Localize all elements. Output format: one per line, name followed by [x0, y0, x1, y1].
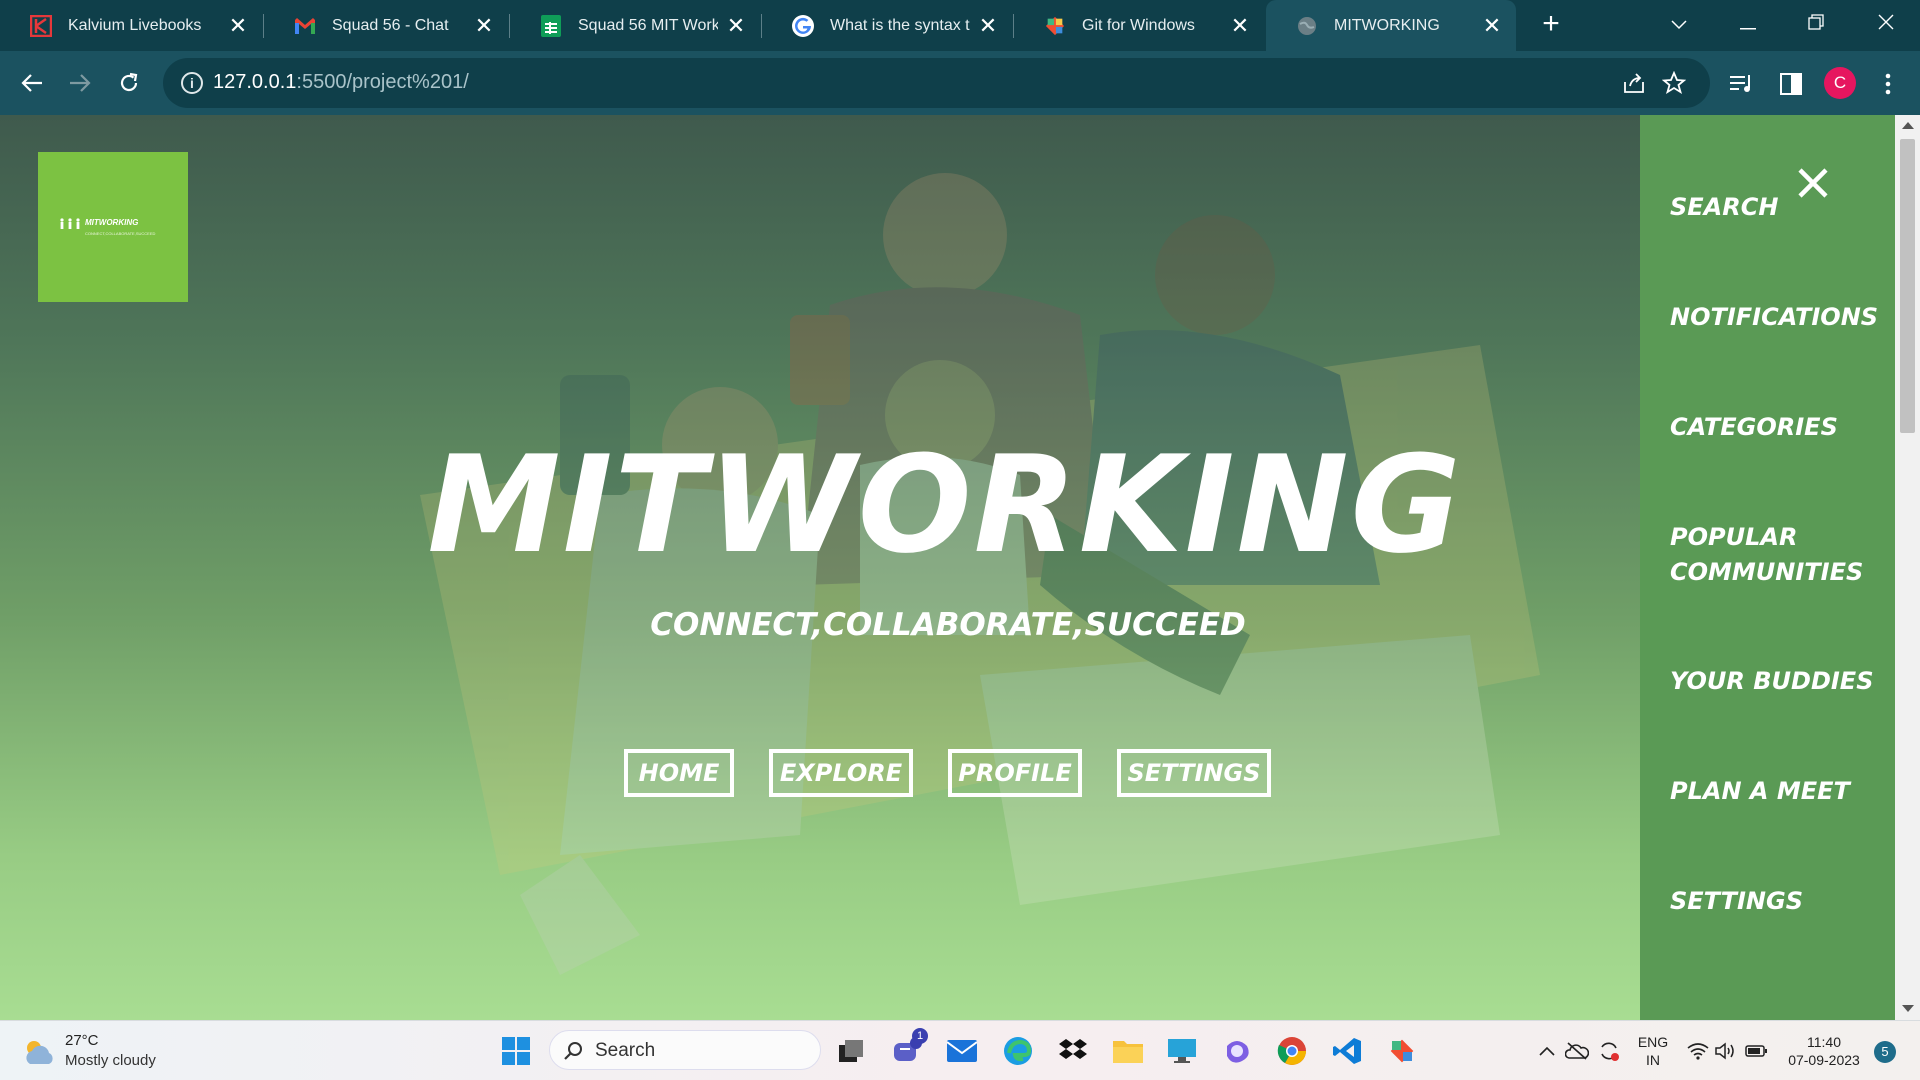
tab-google-search[interactable]: What is the syntax to m ✕: [762, 0, 1012, 51]
kalvium-icon: [30, 14, 52, 37]
side-menu-categories[interactable]: CATEGORIES: [1670, 410, 1885, 445]
clock-date: 07-09-2023: [1788, 1052, 1860, 1068]
address-bar[interactable]: i 127.0.0.1:5500/project%201/: [163, 58, 1710, 108]
language-indicator[interactable]: ENG IN: [1637, 1033, 1669, 1069]
profile-avatar[interactable]: C: [1824, 67, 1856, 99]
scrollbar-thumb[interactable]: [1900, 139, 1915, 433]
close-tab-icon[interactable]: ✕: [474, 13, 494, 38]
site-info-icon[interactable]: i: [181, 72, 203, 94]
weather-temperature[interactable]: 27°C: [65, 1032, 99, 1049]
logo-text: MITWORKING: [85, 218, 139, 227]
weather-cloud-icon[interactable]: [22, 1035, 56, 1069]
git-icon: [1044, 15, 1066, 37]
reload-button[interactable]: [111, 65, 147, 101]
onedrive-offline-icon[interactable]: [1563, 1034, 1591, 1068]
close-tab-icon[interactable]: ✕: [228, 13, 248, 38]
side-menu-your-buddies[interactable]: YOUR BUDDIES: [1670, 664, 1885, 699]
show-hidden-icons-chevron-icon[interactable]: [1535, 1034, 1559, 1068]
site-logo[interactable]: MITWORKING CONNECT,COLLABORATE,SUCCEED: [38, 152, 188, 302]
wifi-icon[interactable]: [1684, 1034, 1712, 1068]
windows-start-icon[interactable]: [499, 1034, 533, 1068]
page-viewport: MITWORKING CONNECT,COLLABORATE,SUCCEED M…: [0, 115, 1920, 1020]
git-gui-icon[interactable]: [1385, 1034, 1419, 1068]
teams-chat-icon[interactable]: 1: [890, 1028, 928, 1068]
browser-menu-icon[interactable]: [1873, 69, 1903, 99]
close-tab-icon[interactable]: ✕: [1230, 13, 1250, 38]
vscode-icon[interactable]: [1330, 1034, 1364, 1068]
minimize-button[interactable]: [1728, 8, 1768, 40]
copilot-icon[interactable]: [1220, 1034, 1254, 1068]
hero-title: MITWORKING: [427, 427, 1463, 583]
file-explorer-icon[interactable]: [1111, 1034, 1145, 1068]
scroll-up-arrow-icon[interactable]: [1902, 122, 1914, 129]
share-icon[interactable]: [1621, 70, 1647, 96]
forward-button[interactable]: [62, 65, 98, 101]
gmail-icon: [294, 15, 316, 37]
sync-icon[interactable]: [1595, 1034, 1623, 1068]
tab-workbook[interactable]: Squad 56 MIT Workbo ✕: [510, 0, 760, 51]
side-menu-notifications[interactable]: NOTIFICATIONS: [1670, 300, 1885, 335]
volume-icon[interactable]: [1712, 1034, 1740, 1068]
side-menu-panel: SEARCH NOTIFICATIONS CATEGORIES POPULAR …: [1640, 115, 1895, 1020]
nav-settings-button[interactable]: SETTINGS: [1117, 749, 1271, 797]
notification-count-badge[interactable]: 5: [1874, 1041, 1896, 1063]
tab-kalvium[interactable]: Kalvium Livebooks ✕: [0, 0, 262, 51]
bookmark-star-icon[interactable]: [1661, 70, 1687, 96]
tab-git[interactable]: Git for Windows ✕: [1014, 0, 1264, 51]
restore-button[interactable]: [1796, 8, 1836, 40]
close-tab-icon[interactable]: ✕: [978, 13, 998, 38]
hero-section: MITWORKING CONNECT,COLLABORATE,SUCCEED M…: [0, 115, 1640, 1020]
nav-explore-button[interactable]: EXPLORE: [769, 749, 913, 797]
mail-icon[interactable]: [945, 1034, 979, 1068]
hero-tagline: CONNECT,COLLABORATE,SUCCEED: [650, 607, 1246, 643]
teams-badge: 1: [912, 1028, 928, 1044]
close-window-button[interactable]: [1866, 8, 1906, 40]
scroll-down-arrow-icon[interactable]: [1902, 1005, 1914, 1012]
tab-search-chevron-icon[interactable]: [1659, 8, 1699, 40]
tab-strip: Kalvium Livebooks ✕ Squad 56 - Chat ✕ Sq…: [0, 0, 1920, 51]
url-text[interactable]: 127.0.0.1:5500/project%201/: [213, 71, 469, 94]
people-logo-icon: [60, 218, 80, 229]
google-icon: [792, 14, 814, 37]
remote-desktop-icon[interactable]: [1165, 1034, 1199, 1068]
close-tab-icon[interactable]: ✕: [1482, 13, 1502, 38]
logo-subtext: CONNECT,COLLABORATE,SUCCEED: [85, 231, 156, 236]
side-panel-icon[interactable]: [1776, 69, 1806, 99]
tab-squad-chat[interactable]: Squad 56 - Chat ✕: [264, 0, 508, 51]
nav-profile-button[interactable]: PROFILE: [948, 749, 1082, 797]
side-menu-search[interactable]: SEARCH: [1670, 190, 1885, 225]
windows-taskbar: 27°C Mostly cloudy Search 1 ENG IN 11:40…: [0, 1020, 1920, 1080]
side-menu-settings[interactable]: SETTINGS: [1670, 884, 1885, 919]
battery-icon[interactable]: [1742, 1034, 1770, 1068]
nav-home-button[interactable]: HOME: [624, 749, 734, 797]
sheets-icon: [540, 14, 562, 37]
side-menu-plan-a-meet[interactable]: PLAN A MEET: [1670, 774, 1885, 809]
new-tab-button[interactable]: +: [1536, 9, 1566, 40]
edge-browser-icon[interactable]: [1001, 1034, 1035, 1068]
weather-description[interactable]: Mostly cloudy: [65, 1052, 156, 1069]
page-scrollbar[interactable]: [1895, 115, 1920, 1020]
search-icon: [564, 1042, 582, 1060]
globe-icon: [1296, 15, 1318, 37]
close-tab-icon[interactable]: ✕: [726, 13, 746, 38]
back-button[interactable]: [14, 65, 50, 101]
chrome-icon[interactable]: [1275, 1034, 1309, 1068]
dropbox-icon[interactable]: [1056, 1034, 1090, 1068]
clock-time: 11:40: [1807, 1034, 1841, 1050]
media-controls-icon[interactable]: [1727, 69, 1757, 99]
tab-mitworking[interactable]: MITWORKING ✕: [1266, 0, 1516, 51]
side-menu-popular-communities[interactable]: POPULAR COMMUNITIES: [1670, 520, 1885, 590]
taskbar-search[interactable]: Search: [549, 1030, 821, 1070]
task-view-icon[interactable]: [834, 1034, 868, 1068]
clock[interactable]: 11:40 07-09-2023: [1780, 1033, 1868, 1069]
